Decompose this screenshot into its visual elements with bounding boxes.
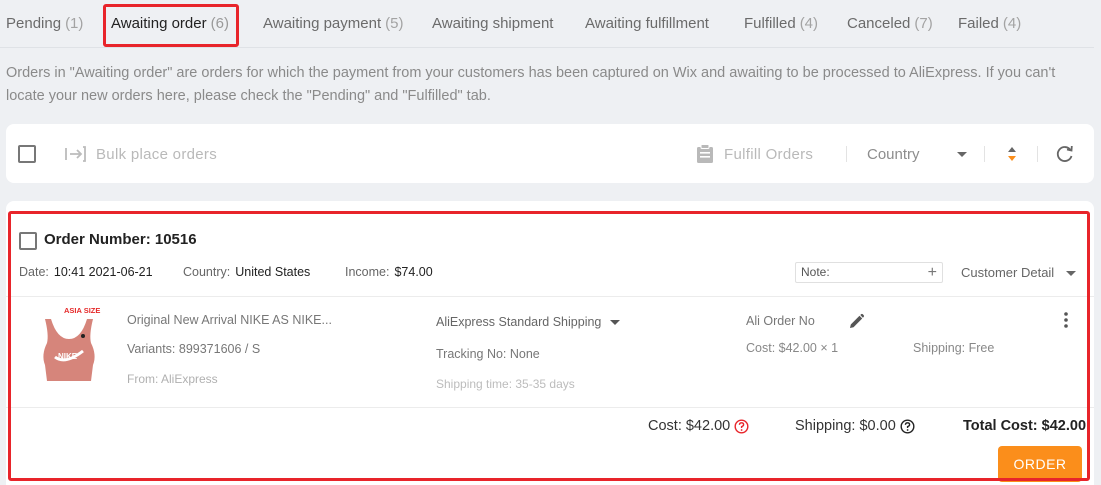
- toolbar-divider: [1037, 146, 1038, 162]
- item-cost: Cost: $42.00 × 1: [746, 341, 839, 355]
- product-title[interactable]: Original New Arrival NIKE AS NIKE...: [127, 313, 332, 327]
- product-source: From: AliExpress: [127, 372, 218, 386]
- chevron-down-icon[interactable]: [1066, 271, 1076, 276]
- toolbar-divider: [984, 146, 985, 162]
- order-country-value: United States: [235, 265, 311, 279]
- tab-label: Awaiting shipment: [432, 15, 554, 32]
- tab-count: (4): [799, 15, 819, 32]
- tab-count: (4): [1002, 15, 1022, 32]
- order-button[interactable]: ORDER: [998, 446, 1082, 482]
- help-icon[interactable]: [900, 418, 915, 434]
- divider: [6, 296, 1094, 297]
- select-all-checkbox[interactable]: [18, 145, 36, 163]
- fulfill-orders-label: Fulfill Orders: [724, 145, 814, 163]
- bulk-place-orders-button[interactable]: Bulk place orders: [64, 142, 217, 166]
- order-number: Order Number: 10516: [44, 231, 197, 248]
- summary-total: Total Cost: $42.00: [963, 418, 1087, 434]
- sort-icon[interactable]: [1005, 144, 1019, 164]
- bulk-order-icon: [65, 146, 86, 162]
- tab-label: Canceled: [847, 15, 911, 32]
- summary-shipping-value: Shipping: $0.00: [795, 418, 896, 434]
- tab-failed[interactable]: Failed (4): [958, 0, 1021, 48]
- plus-icon[interactable]: +: [928, 263, 937, 282]
- order-date-value: 10:41 2021-06-21: [53, 265, 153, 279]
- divider: [6, 407, 1094, 408]
- tab-label: Failed: [958, 15, 999, 32]
- tab-fulfilled[interactable]: Fulfilled (4): [744, 0, 818, 48]
- tab-count: (7): [914, 15, 933, 32]
- active-tab-highlight: [103, 4, 239, 47]
- refresh-icon[interactable]: [1055, 144, 1075, 164]
- tab-canceled[interactable]: Canceled (7): [847, 0, 933, 48]
- pencil-icon[interactable]: [848, 313, 865, 330]
- note-input[interactable]: Note: +: [795, 262, 943, 283]
- product-logo-text: NIKE: [58, 352, 78, 361]
- note-placeholder: Note:: [801, 265, 830, 279]
- order-date: Date: 10:41 2021-06-21: [19, 265, 153, 279]
- tab-label: Awaiting payment: [263, 15, 382, 32]
- tab-awaiting-payment[interactable]: Awaiting payment (5): [263, 0, 403, 48]
- summary-cost: Cost: $42.00: [648, 418, 749, 434]
- tab-label: Pending: [6, 15, 62, 32]
- tab-label: Fulfilled: [744, 15, 796, 32]
- chevron-down-icon[interactable]: [610, 320, 620, 325]
- country-select-label: Country: [867, 145, 920, 163]
- order-date-label: Date:: [19, 265, 49, 279]
- order-checkbox[interactable]: [19, 232, 37, 250]
- product-variants: Variants: 899371606 / S: [127, 342, 261, 356]
- order-country: Country: United States: [183, 265, 310, 279]
- orders-toolbar: Bulk place orders Fulfill Orders Country: [6, 124, 1094, 183]
- summary-cost-value: Cost: $42.00: [648, 418, 731, 434]
- order-income-value: $74.00: [394, 265, 433, 279]
- bulk-place-orders-label: Bulk place orders: [96, 145, 217, 163]
- tab-pending[interactable]: Pending (1): [6, 0, 83, 48]
- tab-awaiting-fulfillment[interactable]: Awaiting fulfillment: [585, 0, 713, 48]
- shipping-time: Shipping time: 35-35 days: [436, 377, 575, 391]
- summary-shipping: Shipping: $0.00: [795, 418, 915, 434]
- tab-count: (5): [385, 15, 404, 32]
- more-options-icon[interactable]: [1060, 311, 1072, 329]
- order-income: Income: $74.00: [345, 265, 433, 279]
- clipboard-icon: [697, 144, 713, 163]
- tracking-number: Tracking No: None: [436, 347, 540, 361]
- tab-count: (1): [65, 15, 84, 32]
- help-icon[interactable]: [734, 418, 749, 434]
- customer-detail-toggle[interactable]: Customer Detail: [961, 265, 1054, 280]
- product-thumbnail[interactable]: ASIA SIZE NIKE: [31, 305, 107, 383]
- chevron-down-icon: [957, 152, 967, 157]
- tab-label: Awaiting fulfillment: [585, 15, 709, 32]
- ali-order-number: Ali Order No: [746, 314, 815, 328]
- tab-info-text: Orders in "Awaiting order" are orders fo…: [6, 65, 1056, 104]
- order-income-label: Income:: [345, 265, 390, 279]
- country-select[interactable]: Country: [867, 142, 967, 166]
- tab-awaiting-shipment[interactable]: Awaiting shipment: [432, 0, 557, 48]
- shipping-method-select[interactable]: AliExpress Standard Shipping: [436, 315, 601, 329]
- toolbar-divider: [846, 146, 847, 162]
- asia-size-badge: ASIA SIZE: [64, 306, 100, 315]
- fulfill-orders-button[interactable]: Fulfill Orders: [696, 142, 813, 166]
- order-country-label: Country:: [183, 265, 231, 279]
- item-shipping: Shipping: Free: [913, 341, 995, 355]
